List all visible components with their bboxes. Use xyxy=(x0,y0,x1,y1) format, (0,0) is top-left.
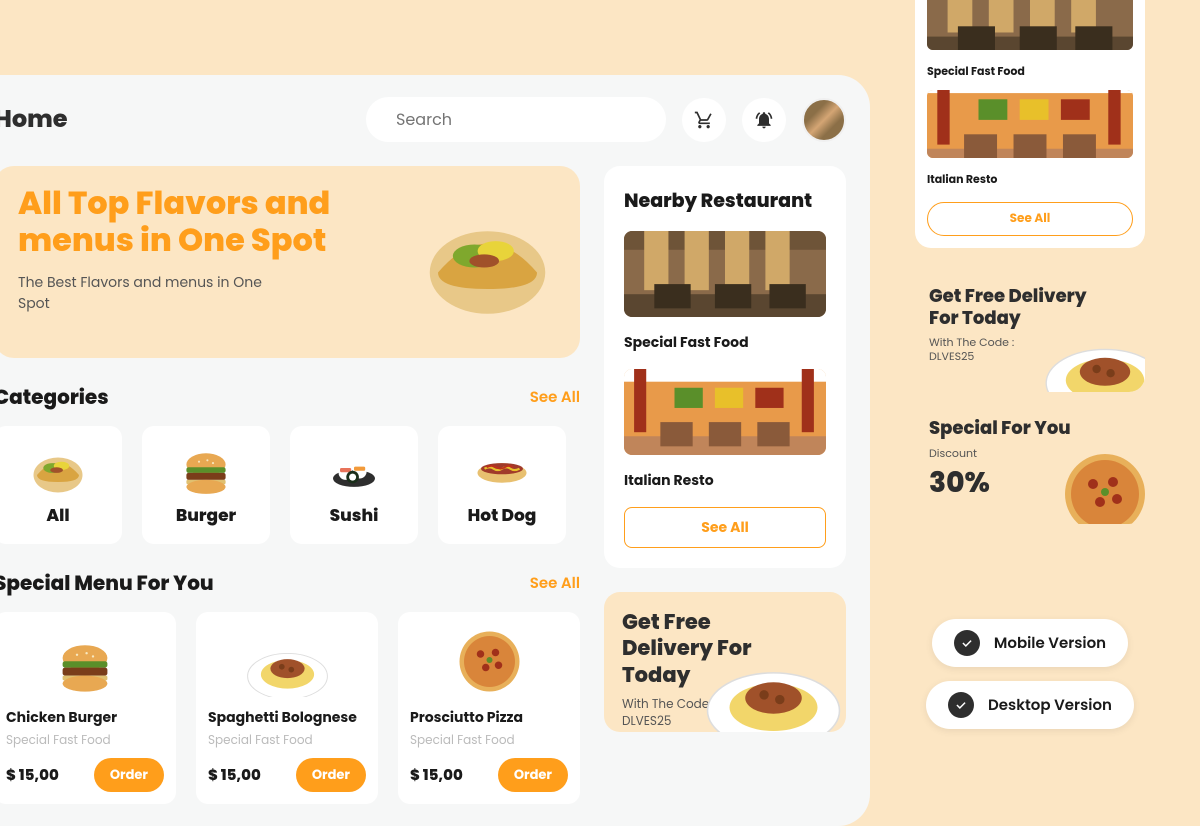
menu-sub: Special Fast Food xyxy=(6,732,164,750)
category-burger[interactable]: Burger xyxy=(142,426,270,544)
mobile-see-all-button[interactable]: See All xyxy=(927,202,1133,236)
hero-food-image xyxy=(405,196,570,316)
pizza-image xyxy=(1035,444,1145,524)
burger-icon xyxy=(171,442,241,494)
menu-price: $ 15,00 xyxy=(208,764,261,787)
mobile-preview: Special Fast Food Italian Resto See All xyxy=(915,0,1145,248)
menu-name: Spaghetti Bolognese xyxy=(208,707,366,728)
category-label: Hot Dog xyxy=(468,502,537,528)
restaurant-item[interactable]: Italian Resto xyxy=(624,369,826,491)
menu-name: Chicken Burger xyxy=(6,707,164,728)
pasta-image xyxy=(691,632,846,732)
restaurant-name: Special Fast Food xyxy=(927,63,1133,80)
restaurant-image xyxy=(624,231,826,317)
pasta-image xyxy=(240,627,335,697)
restaurant-image xyxy=(927,90,1133,158)
cart-button[interactable] xyxy=(682,98,726,142)
pizza-image xyxy=(452,624,527,699)
category-label: All xyxy=(46,502,69,528)
burger-image xyxy=(45,627,125,697)
menu-name: Prosciutto Pizza xyxy=(410,707,568,728)
search-bar[interactable] xyxy=(366,97,666,142)
desktop-version-badge[interactable]: Desktop Version xyxy=(926,681,1134,729)
restaurant-image xyxy=(927,0,1133,50)
category-label: Burger xyxy=(176,502,236,528)
order-button[interactable]: Order xyxy=(296,758,366,792)
avatar[interactable] xyxy=(802,98,846,142)
restaurant-item[interactable]: Special Fast Food xyxy=(624,231,826,353)
restaurant-name: Special Fast Food xyxy=(624,332,826,353)
bell-icon xyxy=(754,110,774,130)
menu-sub: Special Fast Food xyxy=(208,732,366,750)
side-special-promo[interactable]: Special For You Discount 30% xyxy=(915,404,1145,524)
category-all[interactable]: All xyxy=(0,426,122,544)
menu-price: $ 15,00 xyxy=(6,764,59,787)
nearby-see-all-button[interactable]: See All xyxy=(624,507,826,548)
free-delivery-promo[interactable]: Get Free Delivery For Today With The Cod… xyxy=(604,592,846,732)
special-menu-title: Special Menu For You xyxy=(0,568,214,598)
nearby-restaurant-card: Nearby Restaurant Special Fast Food Ital… xyxy=(604,166,846,568)
version-badges: Mobile Version Desktop Version xyxy=(915,619,1145,729)
special-menu-see-all[interactable]: See All xyxy=(530,572,580,595)
hero-title: All Top Flavors and menus in One Spot xyxy=(18,186,358,260)
nearby-title: Nearby Restaurant xyxy=(624,186,826,215)
hero-banner: All Top Flavors and menus in One Spot Th… xyxy=(0,166,580,358)
mobile-version-badge[interactable]: Mobile Version xyxy=(932,619,1128,667)
restaurant-name: Italian Resto xyxy=(927,171,1133,188)
side-preview-column: Special Fast Food Italian Resto See All … xyxy=(915,0,1145,729)
check-icon xyxy=(948,692,974,718)
version-label: Desktop Version xyxy=(988,694,1112,717)
cart-icon xyxy=(694,110,714,130)
hero-subtitle: The Best Flavors and menus in One Spot xyxy=(18,272,268,314)
category-hotdog[interactable]: Hot Dog xyxy=(438,426,566,544)
taco-icon xyxy=(23,442,93,494)
categories-title: Categories xyxy=(0,382,109,412)
check-icon xyxy=(954,630,980,656)
menu-item-spaghetti[interactable]: Spaghetti Bolognese Special Fast Food $ … xyxy=(196,612,378,804)
menu-sub: Special Fast Food xyxy=(410,732,568,750)
side-free-delivery-promo[interactable]: Get Free Delivery For Today With The Cod… xyxy=(915,272,1145,392)
main-panel: Home All Top Flavors and menus in One Sp… xyxy=(0,75,870,826)
order-button[interactable]: Order xyxy=(94,758,164,792)
notifications-button[interactable] xyxy=(742,98,786,142)
version-label: Mobile Version xyxy=(994,632,1106,655)
restaurant-item[interactable]: Special Fast Food xyxy=(927,0,1133,80)
categories-see-all[interactable]: See All xyxy=(530,386,580,409)
categories-row: All Burger Sushi Hot Dog xyxy=(0,426,580,544)
promo-title: Special For You xyxy=(929,418,1099,440)
restaurant-image xyxy=(624,369,826,455)
restaurant-name: Italian Resto xyxy=(624,470,826,491)
menu-item-pizza[interactable]: Prosciutto Pizza Special Fast Food $ 15,… xyxy=(398,612,580,804)
search-input[interactable] xyxy=(396,107,712,132)
category-label: Sushi xyxy=(330,502,379,528)
page-title: Home xyxy=(0,102,68,137)
special-menu-row: Chicken Burger Special Fast Food $ 15,00… xyxy=(0,612,580,804)
top-bar: Home xyxy=(0,97,846,142)
hotdog-icon xyxy=(467,442,537,494)
category-sushi[interactable]: Sushi xyxy=(290,426,418,544)
sushi-icon xyxy=(319,442,389,494)
menu-price: $ 15,00 xyxy=(410,764,463,787)
restaurant-item[interactable]: Italian Resto xyxy=(927,90,1133,188)
menu-item-burger[interactable]: Chicken Burger Special Fast Food $ 15,00… xyxy=(0,612,176,804)
order-button[interactable]: Order xyxy=(498,758,568,792)
pasta-image xyxy=(1035,312,1145,392)
